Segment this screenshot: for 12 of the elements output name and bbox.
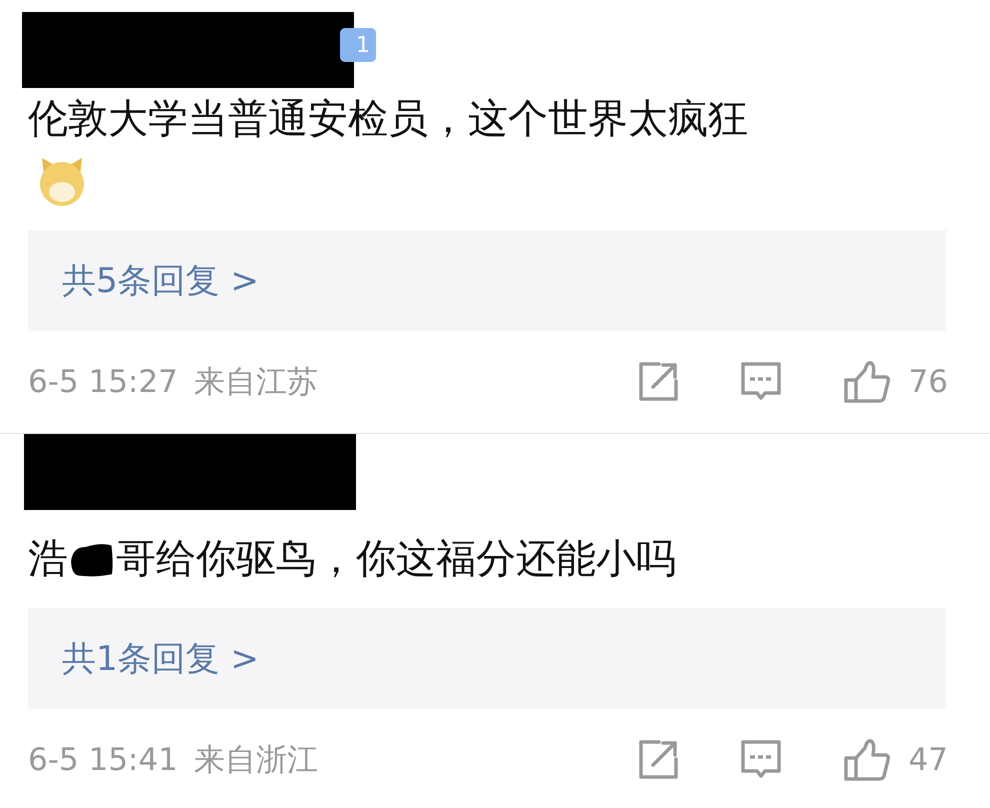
level-badge: 1 [340, 28, 376, 62]
like-count: 47 [908, 742, 948, 778]
comment-time: 6-5 15:41 [28, 742, 178, 778]
comment-text: 哥给你驱鸟，你这福分还能小吗 [116, 535, 676, 584]
comment-location: 来自江苏 [194, 363, 318, 402]
comment-time: 6-5 15:27 [28, 364, 178, 400]
like-count: 76 [908, 364, 948, 400]
replies-link[interactable]: 共1条回复 > [28, 608, 946, 709]
comment-text: 浩 [28, 535, 68, 584]
comment-location: 来自浙江 [194, 741, 318, 780]
replies-link[interactable]: 共5条回复 > [28, 230, 946, 331]
comment-text: 伦敦大学当普通安检员，这个世界太疯狂 [28, 95, 748, 144]
